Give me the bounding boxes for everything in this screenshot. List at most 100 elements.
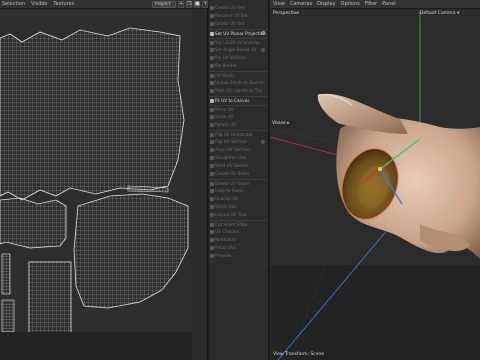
app-window: Selection Visible Textures Project + ❐ ■…: [0, 0, 480, 360]
tool-label: Move UV: [215, 107, 234, 112]
tool-icon: [210, 213, 214, 217]
tool-icon: [210, 48, 214, 52]
options-dot-icon[interactable]: [261, 48, 265, 52]
tool-icon: [210, 74, 214, 78]
tool-icon: [210, 182, 214, 186]
tool-item[interactable]: Create UV Set: [209, 4, 268, 12]
tool-label: Create UV Seam: [215, 171, 250, 176]
tool-item[interactable]: UV Shells: [209, 71, 268, 79]
gear-icon[interactable]: ⚙: [261, 30, 266, 37]
tool-label: Loop to Seam: [215, 188, 244, 193]
tool-item[interactable]: Layout UV Tiles: [209, 211, 268, 219]
tool-item[interactable]: Set LSCM UV Unwrap: [209, 38, 268, 46]
tool-item[interactable]: Unwrap UV: [209, 195, 268, 203]
tool-item[interactable]: Set UV Planar Projection ⚙: [209, 29, 268, 37]
tool-icon: [210, 123, 214, 127]
tool-item[interactable]: Flip UV Horizontal: [209, 130, 268, 138]
uv-canvas[interactable]: [0, 10, 208, 360]
tool-icon: [210, 246, 214, 250]
tool-icon: [210, 81, 214, 85]
tool-icon: [210, 164, 214, 168]
view-label[interactable]: Vbase ▸: [272, 121, 290, 126]
menu-display[interactable]: Display: [317, 0, 335, 9]
menu-panel[interactable]: Panel: [382, 0, 396, 9]
tool-item[interactable]: Rotate UV: [209, 121, 268, 129]
menu-filter[interactable]: Filter: [365, 0, 377, 9]
tool-label: Align UV Vertical: [215, 147, 250, 152]
menu-selection[interactable]: Selection: [2, 0, 25, 9]
menu-textures[interactable]: Textures: [53, 0, 74, 9]
tool-label: Delete UV Set: [215, 21, 245, 26]
tool-item[interactable]: Pin UV Vertices: [209, 54, 268, 62]
tool-icon: [210, 89, 214, 93]
menu-options[interactable]: Options: [341, 0, 360, 9]
tool-label: Set UV Planar Projection: [215, 31, 266, 36]
tool-icon: [210, 14, 214, 18]
tool-label: Cut Seam Edge: [215, 222, 248, 227]
tool-label: Layout UV Tiles: [215, 212, 248, 217]
tool-item[interactable]: Delete UV Set: [209, 20, 268, 28]
tool-item[interactable]: Fit UV to Canvas: [209, 96, 268, 104]
tool-item[interactable]: UV Checker: [209, 228, 268, 236]
tool-item[interactable]: Pack UV Islands to Tile: [209, 87, 268, 95]
uv-island-small-a: [1, 253, 11, 295]
uv-island-box: [28, 261, 72, 335]
tool-item[interactable]: Straighten UVs: [209, 154, 268, 162]
tool-item[interactable]: Move UV: [209, 105, 268, 113]
tool-item[interactable]: Scale UV: [209, 113, 268, 121]
tool-icon: [210, 56, 214, 60]
tool-item[interactable]: Unfold Shells to Bounds: [209, 79, 268, 87]
ground-plane: [270, 265, 480, 360]
tool-label: Unwrap UV: [215, 196, 239, 201]
tool-item[interactable]: Normalize: [209, 236, 268, 244]
tool-label: Normalize: [215, 237, 237, 242]
tool-item[interactable]: Set Angle Based UV: [209, 46, 268, 54]
tool-icon: [210, 197, 214, 201]
tool-item[interactable]: Pin Border: [209, 62, 268, 70]
tool-label: Unfold Shells to Bounds: [215, 80, 265, 85]
add-button[interactable]: +: [178, 1, 184, 8]
tool-item[interactable]: Create UV Seam: [209, 170, 268, 178]
tool-label: Preview: [215, 253, 232, 258]
tool-icon: [210, 189, 214, 193]
perspective-label[interactable]: Perspective: [273, 11, 299, 16]
tool-label: Fit UV to Canvas: [215, 98, 250, 103]
tool-label: Set Angle Based UV: [215, 47, 257, 52]
camera-selector[interactable]: Default Camera ▾: [420, 11, 459, 16]
options-dot-icon[interactable]: [261, 140, 265, 144]
tool-icon: [210, 156, 214, 160]
tool-icon: [210, 230, 214, 234]
tool-label: Scale UV: [215, 114, 234, 119]
menu-view[interactable]: View: [273, 0, 285, 9]
menu-cameras[interactable]: Cameras: [290, 0, 312, 9]
tool-item[interactable]: Loop to Seam: [209, 187, 268, 195]
tool-item[interactable]: Rename UV Set: [209, 12, 268, 20]
tool-item[interactable]: Align UV Vertical: [209, 146, 268, 154]
copy-button[interactable]: ❐: [186, 1, 192, 8]
tool-item[interactable]: Delete UV Seam: [209, 179, 268, 187]
tool-label: Delete UV Seam: [215, 181, 250, 186]
tool-list: Create UV Set Rename UV Set Delete UV Set S…: [209, 4, 268, 260]
tool-label: Set LSCM UV Unwrap: [215, 40, 260, 45]
tool-item[interactable]: Relax UVs: [209, 244, 268, 252]
tool-item[interactable]: Cut Seam Edge: [209, 220, 268, 228]
uv-island-small-b: [1, 299, 15, 333]
tool-item[interactable]: Stitch UVs: [209, 203, 268, 211]
tool-icon: [210, 99, 214, 103]
menu-visible[interactable]: Visible: [31, 0, 47, 9]
3d-viewport[interactable]: View Cameras Display Options Filter Pane…: [270, 0, 480, 360]
uv-island-main: [0, 27, 185, 201]
tool-label: Relax UVs: [215, 245, 236, 250]
viewport-menubar: View Cameras Display Options Filter Pane…: [270, 0, 480, 9]
tool-label: Rename UV Set: [215, 13, 248, 18]
tool-label: Pin Border: [215, 63, 237, 68]
tool-item[interactable]: Weld UV Seams: [209, 162, 268, 170]
tool-label: Flip UV Vertical: [215, 139, 247, 144]
export-button[interactable]: ↑: [202, 1, 208, 8]
uv-set-dropdown[interactable]: Project: [152, 1, 176, 8]
fill-button[interactable]: ■: [194, 1, 200, 8]
tool-item[interactable]: Flip UV Vertical: [209, 138, 268, 146]
tool-label: Weld UV Seams: [215, 163, 248, 168]
tool-item[interactable]: Preview: [209, 252, 268, 260]
uv-editor-panel: Selection Visible Textures Project + ❐ ■…: [0, 0, 224, 360]
